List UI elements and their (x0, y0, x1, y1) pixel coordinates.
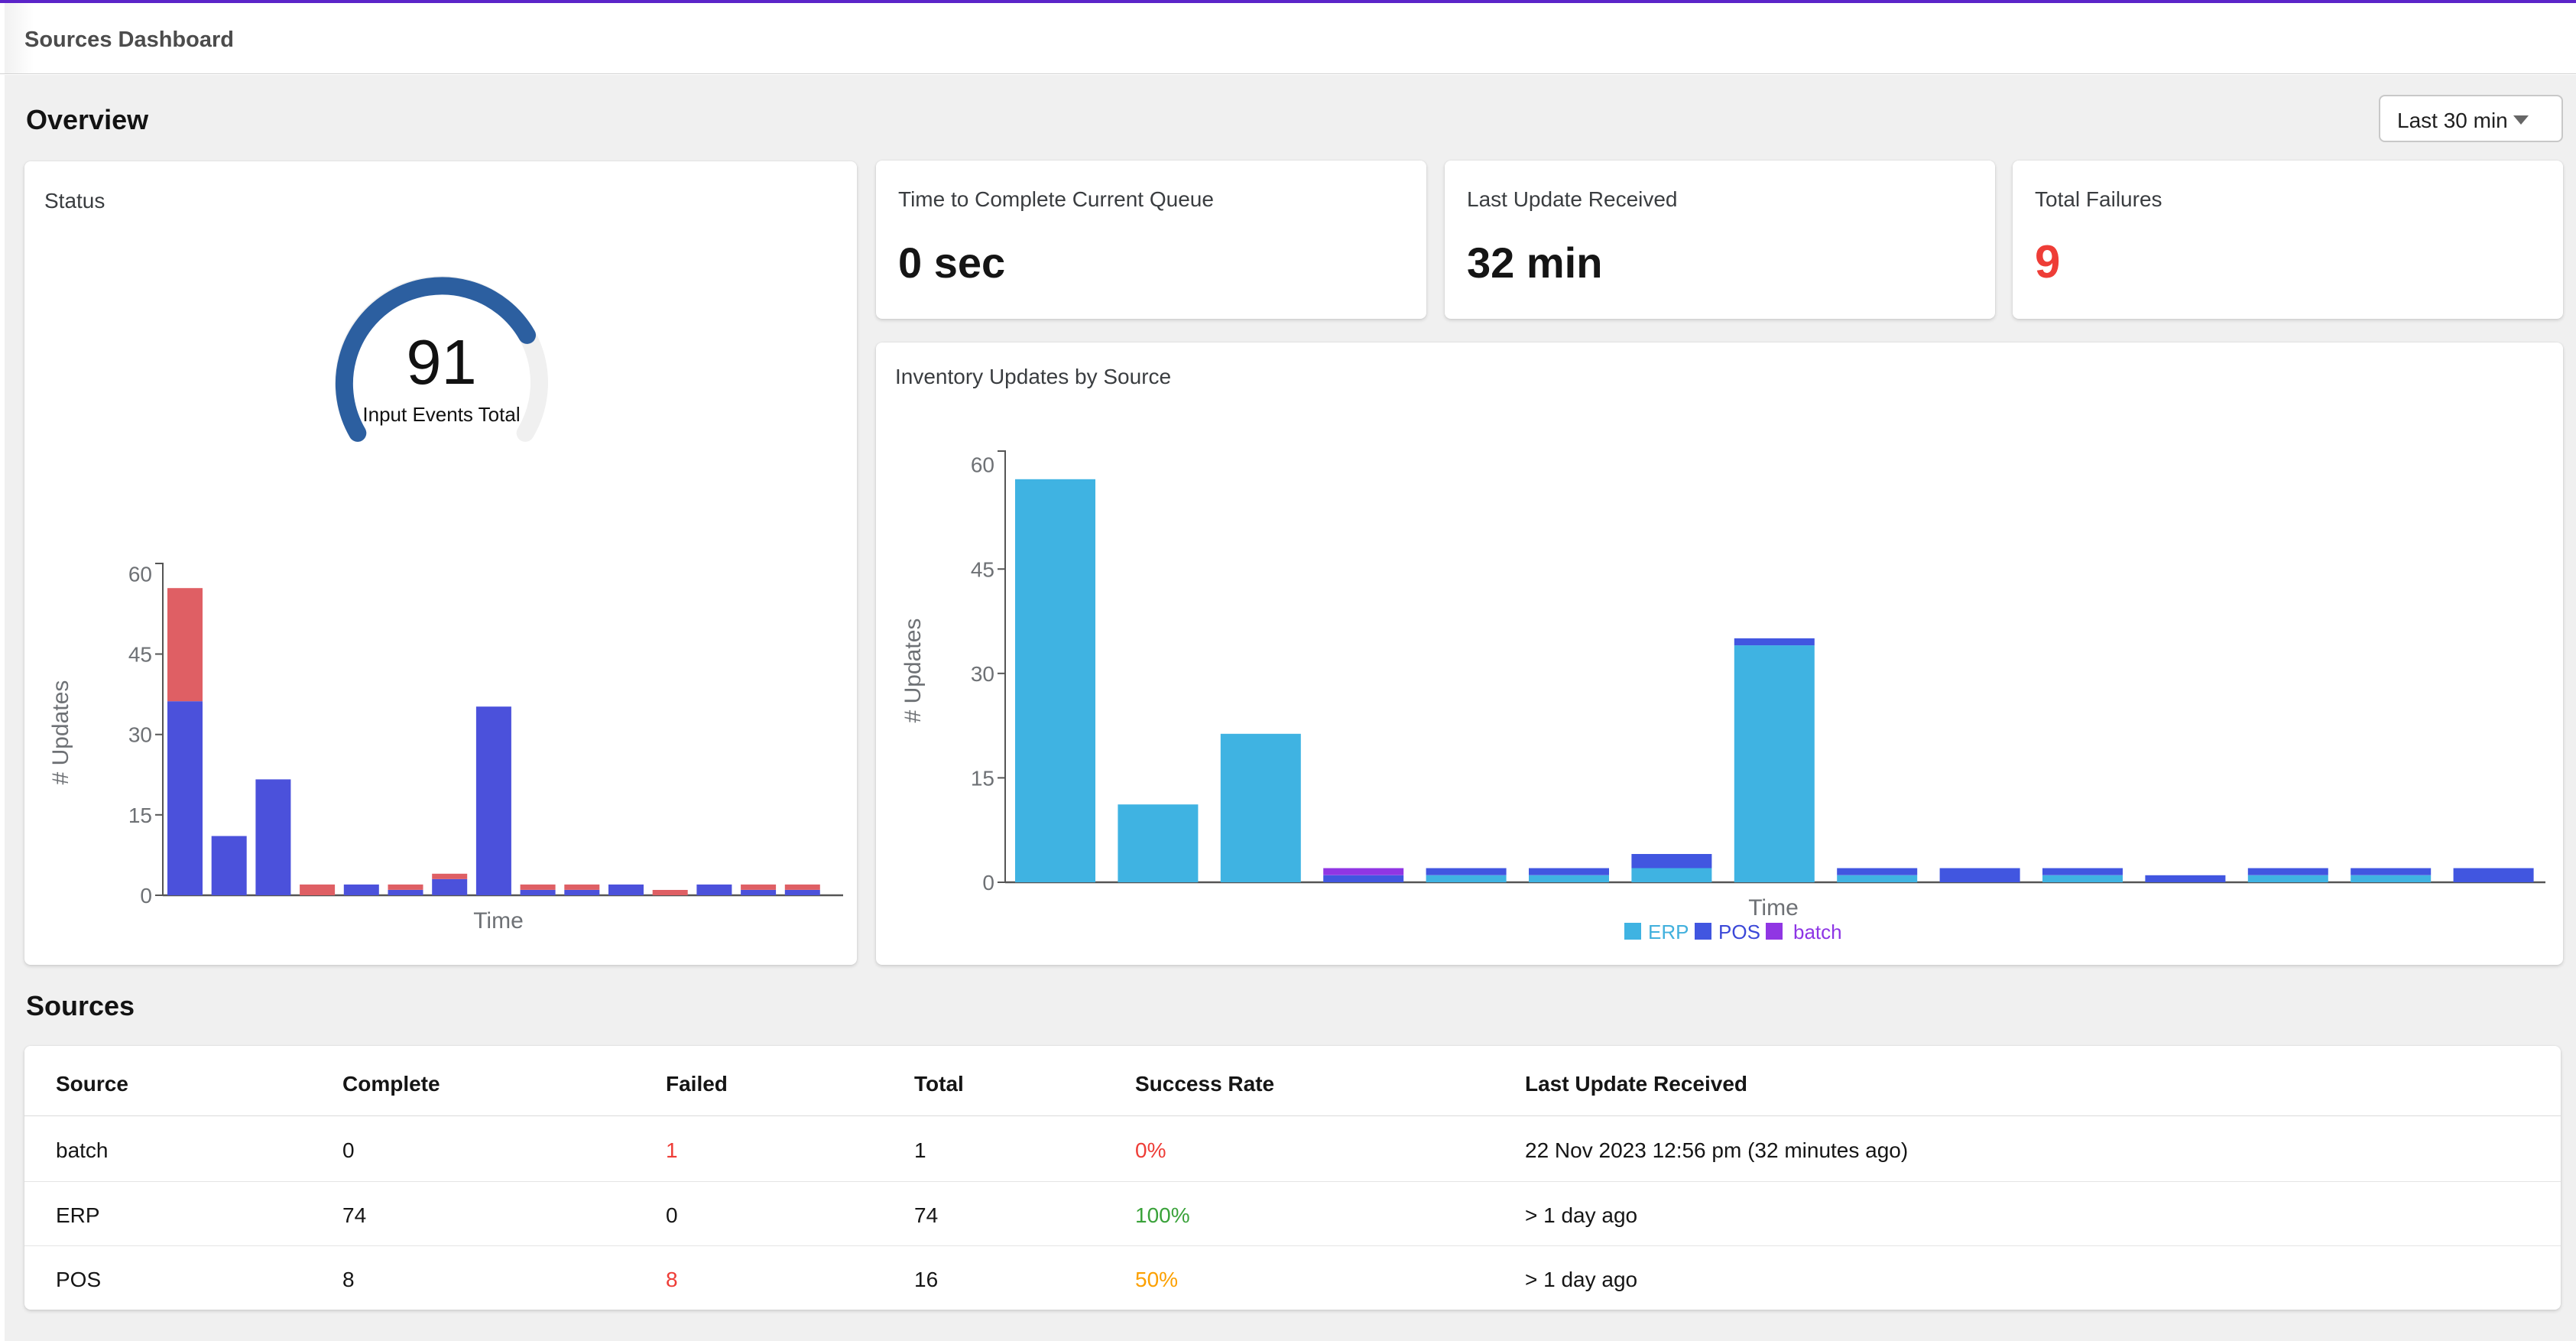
svg-text:Time: Time (1748, 895, 1799, 921)
svg-text:30: 30 (971, 662, 994, 686)
svg-text:15: 15 (971, 766, 994, 790)
svg-text:60: 60 (971, 453, 994, 477)
svg-text:# Updates: # Updates (900, 619, 926, 723)
svg-text:batch: batch (1793, 921, 1842, 943)
svg-text:POS: POS (1718, 921, 1760, 943)
svg-text:45: 45 (971, 557, 994, 581)
svg-text:ERP: ERP (1648, 921, 1689, 943)
svg-text:0: 0 (982, 871, 994, 895)
